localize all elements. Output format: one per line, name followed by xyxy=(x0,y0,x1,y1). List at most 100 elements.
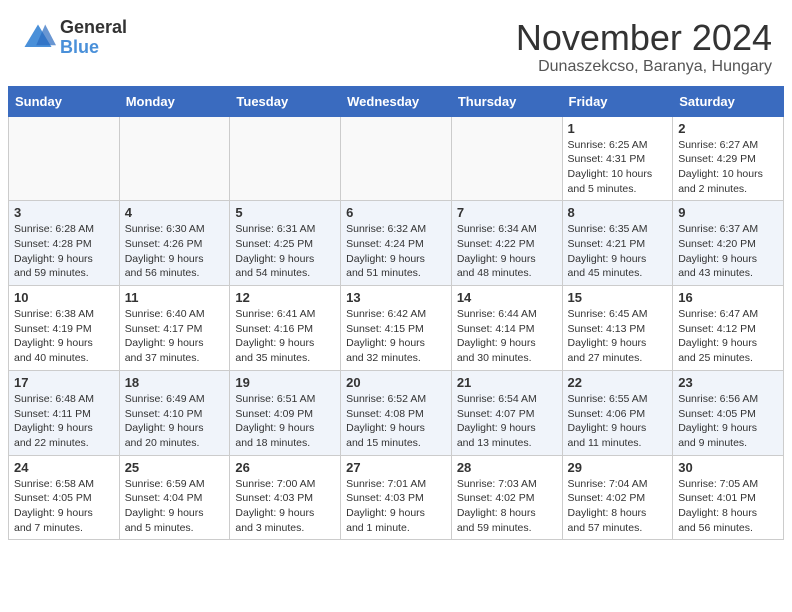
day-info: Sunrise: 6:59 AM Sunset: 4:04 PM Dayligh… xyxy=(125,477,225,536)
day-number: 28 xyxy=(457,460,557,475)
day-number: 23 xyxy=(678,375,778,390)
day-number: 13 xyxy=(346,290,446,305)
day-info: Sunrise: 6:45 AM Sunset: 4:13 PM Dayligh… xyxy=(568,307,668,366)
day-number: 21 xyxy=(457,375,557,390)
table-row xyxy=(230,116,341,201)
day-info: Sunrise: 6:58 AM Sunset: 4:05 PM Dayligh… xyxy=(14,477,114,536)
day-info: Sunrise: 6:51 AM Sunset: 4:09 PM Dayligh… xyxy=(235,392,335,451)
table-row: 5Sunrise: 6:31 AM Sunset: 4:25 PM Daylig… xyxy=(230,201,341,286)
table-row xyxy=(9,116,120,201)
calendar-header-row: Sunday Monday Tuesday Wednesday Thursday… xyxy=(9,86,784,116)
day-info: Sunrise: 6:44 AM Sunset: 4:14 PM Dayligh… xyxy=(457,307,557,366)
day-number: 17 xyxy=(14,375,114,390)
table-row: 16Sunrise: 6:47 AM Sunset: 4:12 PM Dayli… xyxy=(673,286,784,371)
day-number: 29 xyxy=(568,460,668,475)
day-number: 19 xyxy=(235,375,335,390)
col-tuesday: Tuesday xyxy=(230,86,341,116)
day-info: Sunrise: 6:49 AM Sunset: 4:10 PM Dayligh… xyxy=(125,392,225,451)
table-row: 10 Sunrise: 6:38 AM Sunset: 4:19 PM Dayli… xyxy=(9,286,120,371)
day-info: Sunrise: 6:35 AM Sunset: 4:21 PM Dayligh… xyxy=(568,222,668,281)
table-row: 18 Sunrise: 6:49 AM Sunset: 4:10 PM Dayli… xyxy=(119,370,230,455)
calendar-table: Sunday Monday Tuesday Wednesday Thursday… xyxy=(8,86,784,541)
col-friday: Friday xyxy=(562,86,673,116)
day-number: 24 xyxy=(14,460,114,475)
table-row: 9 Sunrise: 6:37 AM Sunset: 4:20 PM Daylig… xyxy=(673,201,784,286)
table-row: 12 Sunrise: 6:41 AM Sunset: 4:16 PM Dayli… xyxy=(230,286,341,371)
col-saturday: Saturday xyxy=(673,86,784,116)
table-row: 17 Sunrise: 6:48 AM Sunset: 4:11 PM Dayli… xyxy=(9,370,120,455)
table-row: 27 Sunrise: 7:01 AM Sunset: 4:03 PM Dayli… xyxy=(341,455,452,540)
day-info: Sunrise: 6:55 AM Sunset: 4:06 PM Dayligh… xyxy=(568,392,668,451)
day-info: Sunrise: 6:28 AM Sunset: 4:28 PM Dayligh… xyxy=(14,222,114,281)
day-number: 8 xyxy=(568,205,668,220)
table-row: 8 Sunrise: 6:35 AM Sunset: 4:21 PM Daylig… xyxy=(562,201,673,286)
table-row: 29 Sunrise: 7:04 AM Sunset: 4:02 PM Dayli… xyxy=(562,455,673,540)
day-info: Sunrise: 7:05 AM Sunset: 4:01 PM Dayligh… xyxy=(678,477,778,536)
day-number: 27 xyxy=(346,460,446,475)
logo-general-text: General xyxy=(60,18,127,38)
table-row: 7 Sunrise: 6:34 AM Sunset: 4:22 PM Daylig… xyxy=(451,201,562,286)
day-number: 22 xyxy=(568,375,668,390)
day-number: 4 xyxy=(125,205,225,220)
day-number: 7 xyxy=(457,205,557,220)
title-section: November 2024 Dunaszekcso, Baranya, Hung… xyxy=(516,18,772,76)
day-info: Sunrise: 6:34 AM Sunset: 4:22 PM Dayligh… xyxy=(457,222,557,281)
table-row: 22 Sunrise: 6:55 AM Sunset: 4:06 PM Dayli… xyxy=(562,370,673,455)
table-row xyxy=(451,116,562,201)
logo-blue-text: Blue xyxy=(60,38,127,58)
day-info: Sunrise: 6:25 AM Sunset: 4:31 PM Dayligh… xyxy=(568,138,668,197)
day-info: Sunrise: 6:40 AM Sunset: 4:17 PM Dayligh… xyxy=(125,307,225,366)
location: Dunaszekcso, Baranya, Hungary xyxy=(516,58,772,76)
day-info: Sunrise: 7:04 AM Sunset: 4:02 PM Dayligh… xyxy=(568,477,668,536)
day-info: Sunrise: 6:42 AM Sunset: 4:15 PM Dayligh… xyxy=(346,307,446,366)
table-row: 20 Sunrise: 6:52 AM Sunset: 4:08 PM Dayli… xyxy=(341,370,452,455)
day-number: 16 xyxy=(678,290,778,305)
day-number: 15 xyxy=(568,290,668,305)
day-info: Sunrise: 6:48 AM Sunset: 4:11 PM Dayligh… xyxy=(14,392,114,451)
day-number: 1 xyxy=(568,121,668,136)
table-row: 3Sunrise: 6:28 AM Sunset: 4:28 PM Daylig… xyxy=(9,201,120,286)
col-monday: Monday xyxy=(119,86,230,116)
day-number: 20 xyxy=(346,375,446,390)
calendar-week-row: 1 Sunrise: 6:25 AM Sunset: 4:31 PM Daylig… xyxy=(9,116,784,201)
calendar-week-row: 24 Sunrise: 6:58 AM Sunset: 4:05 PM Dayli… xyxy=(9,455,784,540)
day-info: Sunrise: 6:52 AM Sunset: 4:08 PM Dayligh… xyxy=(346,392,446,451)
day-info: Sunrise: 6:37 AM Sunset: 4:20 PM Dayligh… xyxy=(678,222,778,281)
table-row: 28Sunrise: 7:03 AM Sunset: 4:02 PM Dayli… xyxy=(451,455,562,540)
table-row: 15 Sunrise: 6:45 AM Sunset: 4:13 PM Dayli… xyxy=(562,286,673,371)
table-row: 30 Sunrise: 7:05 AM Sunset: 4:01 PM Dayli… xyxy=(673,455,784,540)
day-number: 14 xyxy=(457,290,557,305)
day-number: 9 xyxy=(678,205,778,220)
day-info: Sunrise: 6:27 AM Sunset: 4:29 PM Dayligh… xyxy=(678,138,778,197)
day-number: 11 xyxy=(125,290,225,305)
day-info: Sunrise: 6:38 AM Sunset: 4:19 PM Dayligh… xyxy=(14,307,114,366)
col-sunday: Sunday xyxy=(9,86,120,116)
table-row: 11 Sunrise: 6:40 AM Sunset: 4:17 PM Dayli… xyxy=(119,286,230,371)
day-number: 10 xyxy=(14,290,114,305)
day-number: 12 xyxy=(235,290,335,305)
day-number: 30 xyxy=(678,460,778,475)
table-row: 26Sunrise: 7:00 AM Sunset: 4:03 PM Dayli… xyxy=(230,455,341,540)
day-number: 25 xyxy=(125,460,225,475)
day-info: Sunrise: 6:31 AM Sunset: 4:25 PM Dayligh… xyxy=(235,222,335,281)
logo: General Blue xyxy=(20,18,127,58)
day-info: Sunrise: 6:30 AM Sunset: 4:26 PM Dayligh… xyxy=(125,222,225,281)
day-info: Sunrise: 6:54 AM Sunset: 4:07 PM Dayligh… xyxy=(457,392,557,451)
table-row: 1 Sunrise: 6:25 AM Sunset: 4:31 PM Daylig… xyxy=(562,116,673,201)
table-row: 13 Sunrise: 6:42 AM Sunset: 4:15 PM Dayli… xyxy=(341,286,452,371)
calendar-week-row: 3Sunrise: 6:28 AM Sunset: 4:28 PM Daylig… xyxy=(9,201,784,286)
table-row: 2 Sunrise: 6:27 AM Sunset: 4:29 PM Daylig… xyxy=(673,116,784,201)
col-thursday: Thursday xyxy=(451,86,562,116)
table-row: 23Sunrise: 6:56 AM Sunset: 4:05 PM Dayli… xyxy=(673,370,784,455)
table-row xyxy=(119,116,230,201)
table-row: 6Sunrise: 6:32 AM Sunset: 4:24 PM Daylig… xyxy=(341,201,452,286)
day-info: Sunrise: 7:01 AM Sunset: 4:03 PM Dayligh… xyxy=(346,477,446,536)
logo-icon xyxy=(20,20,56,56)
table-row: 21 Sunrise: 6:54 AM Sunset: 4:07 PM Dayli… xyxy=(451,370,562,455)
day-info: Sunrise: 6:41 AM Sunset: 4:16 PM Dayligh… xyxy=(235,307,335,366)
day-number: 18 xyxy=(125,375,225,390)
month-title: November 2024 xyxy=(516,18,772,58)
header: General Blue November 2024 Dunaszekcso, … xyxy=(0,0,792,86)
day-info: Sunrise: 7:00 AM Sunset: 4:03 PM Dayligh… xyxy=(235,477,335,536)
day-number: 2 xyxy=(678,121,778,136)
